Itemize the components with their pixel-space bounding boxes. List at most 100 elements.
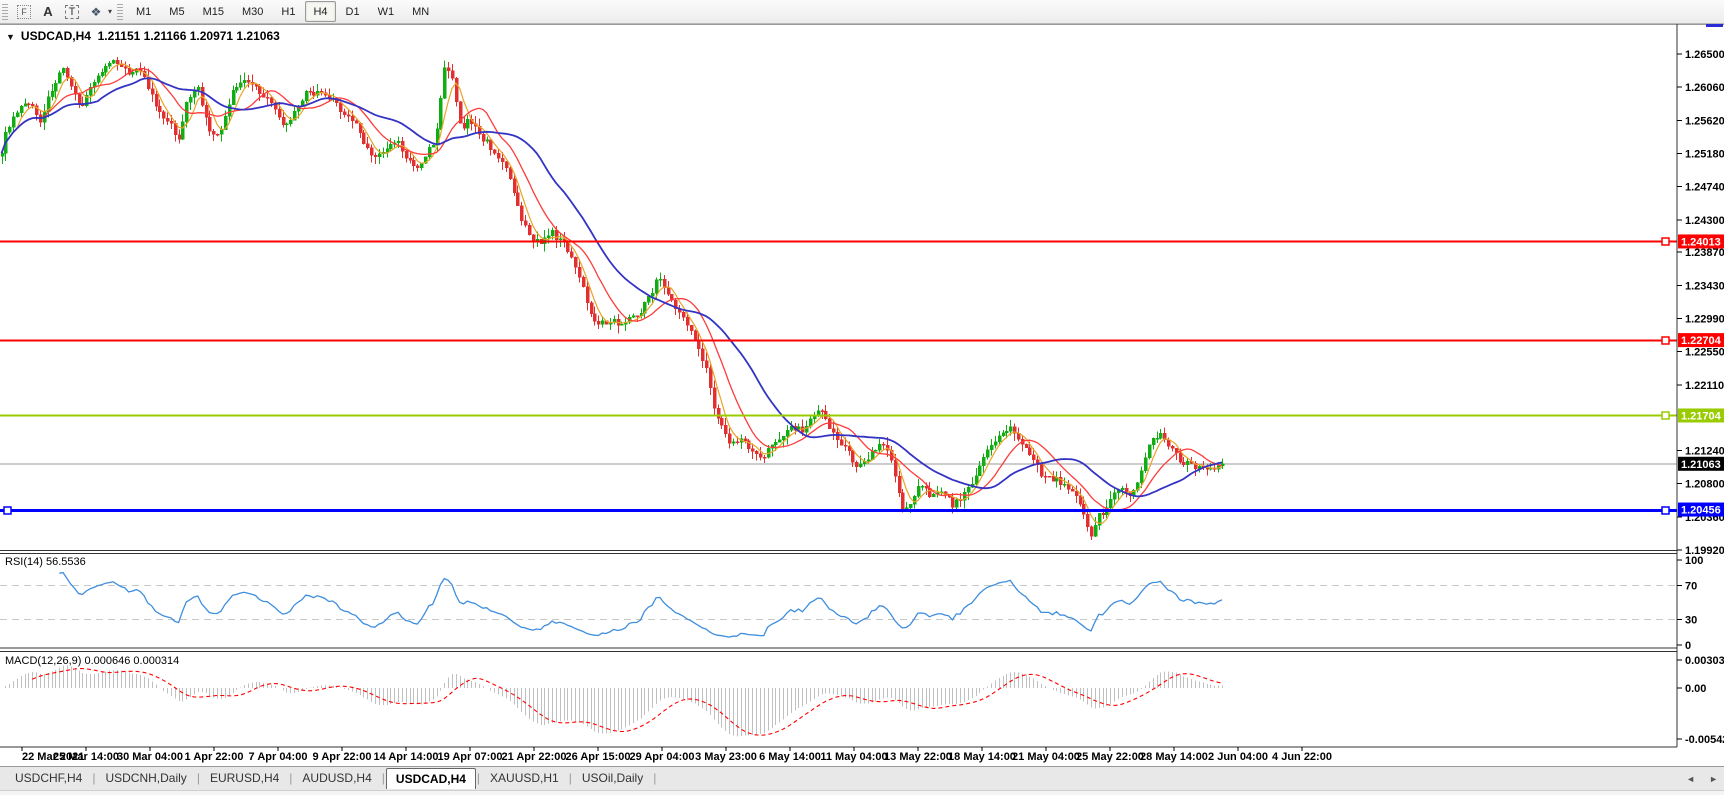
svg-text:-0.005429: -0.005429 bbox=[1685, 734, 1724, 746]
chart-title: ▼ USDCAD,H4 1.21151 1.21166 1.20971 1.210… bbox=[6, 29, 280, 43]
candles bbox=[1, 57, 1224, 540]
svg-text:2 Jun 04:00: 2 Jun 04:00 bbox=[1208, 751, 1268, 763]
line-handle[interactable] bbox=[4, 507, 11, 514]
svg-text:18 May 14:00: 18 May 14:00 bbox=[948, 751, 1016, 763]
tab-usdcad-h4[interactable]: USDCAD,H4 bbox=[386, 768, 476, 789]
timeframe-h4[interactable]: H4 bbox=[305, 1, 335, 22]
svg-text:1.22110: 1.22110 bbox=[1685, 380, 1724, 392]
svg-text:0.003035: 0.003035 bbox=[1685, 655, 1724, 667]
svg-text:1.22990: 1.22990 bbox=[1685, 314, 1724, 326]
snap-grid-icon[interactable]: F bbox=[13, 2, 35, 22]
svg-text:7 Apr 04:00: 7 Apr 04:00 bbox=[249, 751, 308, 763]
symbol-dropdown-icon[interactable]: ▼ bbox=[6, 32, 15, 42]
tab-usdcnh-daily[interactable]: USDCNH,Daily bbox=[96, 768, 195, 788]
svg-text:3 May 23:00: 3 May 23:00 bbox=[695, 751, 757, 763]
svg-text:19 Apr 07:00: 19 Apr 07:00 bbox=[437, 751, 502, 763]
line-handle[interactable] bbox=[1662, 507, 1669, 514]
ohlc-values: 1.21151 1.21166 1.20971 1.21063 bbox=[98, 29, 280, 43]
svg-text:21 Apr 22:00: 21 Apr 22:00 bbox=[501, 751, 566, 763]
svg-text:0: 0 bbox=[1685, 640, 1691, 652]
text-box-icon[interactable]: T bbox=[61, 2, 83, 22]
svg-text:25 Mar 14:00: 25 Mar 14:00 bbox=[53, 751, 119, 763]
svg-text:0.00: 0.00 bbox=[1685, 683, 1706, 695]
shapes-glyph: ❖ bbox=[91, 5, 102, 19]
svg-text:100: 100 bbox=[1685, 555, 1703, 567]
rsi-panel: 100 70 30 0 bbox=[0, 555, 1703, 652]
timeframe-d1[interactable]: D1 bbox=[338, 1, 368, 22]
svg-text:1.23430: 1.23430 bbox=[1685, 280, 1724, 292]
tab-scroll-arrows: ◄ ► bbox=[1686, 774, 1718, 784]
timeframe-h1[interactable]: H1 bbox=[273, 1, 303, 22]
shapes-icon[interactable]: ❖ bbox=[85, 2, 107, 22]
text-box-glyph: T bbox=[65, 5, 80, 19]
timeframe-w1[interactable]: W1 bbox=[370, 1, 403, 22]
tab-separator: | bbox=[569, 771, 572, 785]
line-handle[interactable] bbox=[1662, 412, 1669, 419]
timeframe-m5[interactable]: M5 bbox=[161, 1, 192, 22]
tab-eurusd-h4[interactable]: EURUSD,H4 bbox=[201, 768, 288, 788]
chart-tab-bar: USDCHF,H4|USDCNH,Daily|EURUSD,H4|AUDUSD,… bbox=[0, 766, 1724, 795]
timeframe-m30[interactable]: M30 bbox=[234, 1, 271, 22]
tab-separator: | bbox=[197, 771, 200, 785]
timeframe-toolbar-grip[interactable] bbox=[117, 4, 123, 20]
svg-text:1.24013: 1.24013 bbox=[1681, 236, 1721, 248]
date-axis: 22 Mar 202125 Mar 14:0030 Mar 04:001 Apr… bbox=[22, 747, 1332, 763]
svg-text:21 May 04:00: 21 May 04:00 bbox=[1012, 751, 1080, 763]
svg-text:70: 70 bbox=[1685, 581, 1697, 593]
rsi-indicator-label: RSI(14) 56.5536 bbox=[5, 556, 86, 568]
svg-text:1.20456: 1.20456 bbox=[1681, 505, 1721, 517]
svg-text:1.25620: 1.25620 bbox=[1685, 115, 1724, 127]
tab-separator: | bbox=[382, 771, 385, 785]
line-handle[interactable] bbox=[1662, 238, 1669, 245]
svg-text:1.22704: 1.22704 bbox=[1681, 335, 1722, 347]
line-handle[interactable] bbox=[1662, 337, 1669, 344]
toolbar: F A T ❖ ▾ M1M5M15M30H1H4D1W1MN bbox=[0, 0, 1724, 24]
toolbar-grip[interactable] bbox=[2, 4, 8, 20]
svg-text:4 Jun 22:00: 4 Jun 22:00 bbox=[1272, 751, 1332, 763]
chart-canvas[interactable]: 1.26500 1.26060 1.25620 1.25180 1.24740 1.243… bbox=[0, 0, 1724, 766]
svg-text:1.25180: 1.25180 bbox=[1685, 148, 1724, 160]
svg-text:1.26500: 1.26500 bbox=[1685, 49, 1724, 61]
status-strip bbox=[0, 790, 1724, 795]
svg-text:1.26060: 1.26060 bbox=[1685, 82, 1724, 94]
svg-text:1.24740: 1.24740 bbox=[1685, 182, 1724, 194]
svg-text:11 May 04:00: 11 May 04:00 bbox=[820, 751, 887, 763]
tab-separator: | bbox=[653, 771, 656, 785]
chevron-down-icon[interactable]: ▾ bbox=[108, 7, 112, 16]
timeframe-m1[interactable]: M1 bbox=[128, 1, 159, 22]
svg-text:1 Apr 22:00: 1 Apr 22:00 bbox=[185, 751, 244, 763]
symbol-timeframe: USDCAD,H4 bbox=[21, 29, 91, 43]
svg-text:9 Apr 22:00: 9 Apr 22:00 bbox=[313, 751, 372, 763]
snap-grid-glyph: F bbox=[17, 5, 31, 19]
tab-scroll-right-icon[interactable]: ► bbox=[1709, 774, 1718, 784]
svg-text:29 Apr 04:00: 29 Apr 04:00 bbox=[629, 751, 694, 763]
text-label-icon[interactable]: A bbox=[37, 2, 59, 22]
moving-averages bbox=[2, 64, 1223, 523]
svg-text:13 May 22:00: 13 May 22:00 bbox=[884, 751, 952, 763]
svg-text:25 May 22:00: 25 May 22:00 bbox=[1076, 751, 1144, 763]
macd-panel: 0.003035 0.00 -0.005429 bbox=[3, 655, 1724, 746]
svg-text:1.22550: 1.22550 bbox=[1685, 347, 1724, 359]
svg-text:30 Mar 04:00: 30 Mar 04:00 bbox=[117, 751, 183, 763]
tab-xauusd-h1[interactable]: XAUUSD,H1 bbox=[481, 768, 568, 788]
tab-separator: | bbox=[92, 771, 95, 785]
timeframe-m15[interactable]: M15 bbox=[195, 1, 232, 22]
tab-audusd-h4[interactable]: AUDUSD,H4 bbox=[293, 768, 380, 788]
tab-usoil-daily[interactable]: USOil,Daily bbox=[573, 768, 652, 788]
timeframe-mn[interactable]: MN bbox=[404, 1, 437, 22]
svg-text:1.24300: 1.24300 bbox=[1685, 215, 1724, 227]
price-axis: 1.26500 1.26060 1.25620 1.25180 1.24740 1.243… bbox=[1677, 49, 1724, 557]
macd-indicator-label: MACD(12,26,9) 0.000646 0.000314 bbox=[5, 655, 179, 667]
text-label-glyph: A bbox=[43, 4, 52, 19]
chart-tabs: USDCHF,H4|USDCNH,Daily|EURUSD,H4|AUDUSD,… bbox=[0, 767, 657, 789]
svg-text:1.21704: 1.21704 bbox=[1681, 410, 1722, 422]
svg-text:26 Apr 15:00: 26 Apr 15:00 bbox=[565, 751, 630, 763]
svg-text:30: 30 bbox=[1685, 615, 1697, 627]
tab-scroll-left-icon[interactable]: ◄ bbox=[1686, 774, 1695, 784]
tab-separator: | bbox=[477, 771, 480, 785]
horizontal-level-lines[interactable] bbox=[0, 238, 1677, 514]
tab-usdchf-h4[interactable]: USDCHF,H4 bbox=[6, 768, 91, 788]
svg-text:1.21240: 1.21240 bbox=[1685, 445, 1724, 457]
timeframe-buttons: M1M5M15M30H1H4D1W1MN bbox=[127, 1, 438, 22]
svg-text:1.20800: 1.20800 bbox=[1685, 479, 1724, 491]
